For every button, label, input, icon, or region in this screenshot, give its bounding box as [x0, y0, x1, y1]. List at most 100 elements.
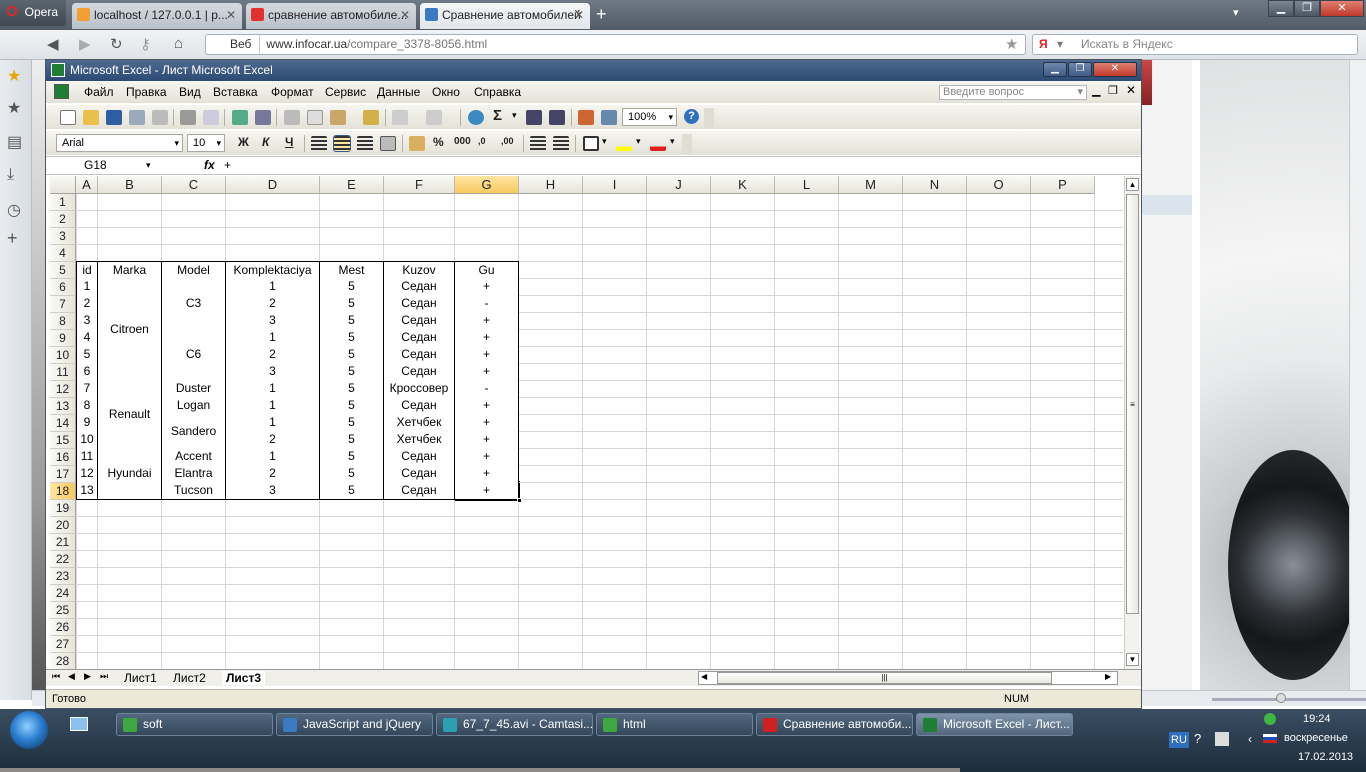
chevron-down-icon[interactable]: ▾ [146, 157, 151, 174]
restore-browser-button[interactable]: ❐ [1294, 0, 1320, 17]
print-preview-icon[interactable] [203, 110, 219, 125]
toolbar-options-icon[interactable] [682, 134, 692, 154]
row-header-18[interactable]: 18 [50, 483, 76, 500]
bold-button[interactable]: Ж [238, 135, 249, 149]
cell-mest[interactable]: 5 [320, 278, 384, 296]
row-header-16[interactable]: 16 [50, 449, 76, 466]
start-button[interactable] [10, 711, 48, 749]
cell-komplektaciya[interactable]: 3 [226, 363, 320, 381]
next-sheet-icon[interactable]: ▶ [84, 671, 91, 682]
scroll-down-icon[interactable]: ▼ [1126, 653, 1139, 666]
column-header-a[interactable]: A [76, 176, 98, 194]
taskbar-item-2[interactable]: JavaScript and jQuery [276, 713, 433, 736]
cell-kuzov[interactable]: Седан [384, 295, 455, 313]
format-painter-icon[interactable] [363, 110, 379, 125]
cell-gu[interactable]: + [455, 414, 519, 432]
cell-kuzov[interactable]: Седан [384, 397, 455, 415]
cell-kuzov[interactable]: Седан [384, 278, 455, 296]
worksheet-horizontal-scrollbar[interactable]: ◀ ||| ▶ [698, 671, 1118, 685]
favorites-icon[interactable]: ★ [7, 98, 21, 118]
cell-gu[interactable]: + [455, 397, 519, 415]
chevron-down-icon[interactable]: ▾ [1057, 35, 1063, 54]
add-panel-icon[interactable]: + [7, 228, 18, 249]
header-cell-id[interactable]: id [76, 261, 98, 279]
save-icon[interactable] [106, 110, 122, 125]
cell-komplektaciya[interactable]: 1 [226, 329, 320, 347]
cell-kuzov[interactable]: Седан [384, 312, 455, 330]
drawing-icon[interactable] [601, 110, 617, 125]
cell-komplektaciya[interactable]: 2 [226, 465, 320, 483]
cell-gu[interactable]: + [455, 448, 519, 466]
cut-icon[interactable] [284, 110, 300, 125]
workbook-restore-icon[interactable]: ❐ [1108, 84, 1118, 97]
cell-mest[interactable]: 5 [320, 414, 384, 432]
research-icon[interactable] [255, 110, 271, 125]
header-cell-mest[interactable]: Mest [320, 261, 384, 279]
borders-icon[interactable] [583, 136, 599, 151]
row-header-2[interactable]: 2 [50, 211, 76, 228]
minimize-browser-button[interactable]: ▁ [1268, 0, 1294, 17]
cell-komplektaciya[interactable]: 1 [226, 414, 320, 432]
close-tab-icon[interactable]: ✕ [574, 3, 584, 27]
taskbar-item-5[interactable]: Сравнение автомоби... [756, 713, 913, 736]
column-header-p[interactable]: P [1031, 176, 1095, 194]
row-header-20[interactable]: 20 [50, 517, 76, 534]
cell-komplektaciya[interactable]: 1 [226, 380, 320, 398]
currency-icon[interactable] [409, 136, 425, 151]
language-indicator[interactable]: RU [1169, 732, 1189, 748]
ask-question-field[interactable]: Введите вопрос ▾ [939, 85, 1087, 100]
cell-kuzov[interactable]: Кроссовер [384, 380, 455, 398]
print-icon[interactable] [180, 110, 196, 125]
tab-yandex-search[interactable]: сравнение автомобиле... ✕ [246, 3, 416, 29]
close-tab-icon[interactable]: ✕ [400, 3, 410, 27]
menu-file[interactable]: Файл [84, 85, 114, 99]
tab-list-icon[interactable]: ▾ [1233, 6, 1239, 19]
row-header-1[interactable]: 1 [50, 194, 76, 211]
header-cell-kuzov[interactable]: Kuzov [384, 261, 455, 279]
cell-model[interactable]: Sandero [162, 414, 226, 449]
cell-marka[interactable]: Citroen [98, 278, 162, 381]
bookmark-star-icon[interactable]: ★ [1005, 35, 1018, 53]
close-tab-icon[interactable]: ✕ [226, 3, 236, 27]
italic-button[interactable]: К [262, 135, 269, 149]
decrease-decimal-button[interactable]: ,00 [501, 136, 514, 146]
row-header-25[interactable]: 25 [50, 602, 76, 619]
cell-kuzov[interactable]: Седан [384, 363, 455, 381]
cell-model[interactable]: Accent [162, 448, 226, 466]
cell-id[interactable]: 4 [76, 329, 98, 347]
cell-id[interactable]: 2 [76, 295, 98, 313]
cell-id[interactable]: 8 [76, 397, 98, 415]
cell-kuzov[interactable]: Седан [384, 329, 455, 347]
column-header-c[interactable]: C [162, 176, 226, 194]
cell-mest[interactable]: 5 [320, 448, 384, 466]
excel-minimize-button[interactable]: ▁ [1043, 62, 1067, 77]
cell-id[interactable]: 12 [76, 465, 98, 483]
column-header-k[interactable]: K [711, 176, 775, 194]
menu-help[interactable]: Справка [474, 85, 521, 99]
chevron-down-icon[interactable]: ▾ [602, 136, 607, 147]
zoom-select[interactable]: 100% ▾ [622, 108, 677, 126]
workbook-icon[interactable] [54, 84, 69, 99]
row-header-11[interactable]: 11 [50, 364, 76, 381]
cell-id[interactable]: 1 [76, 278, 98, 296]
url-field[interactable]: Веб www.infocar.ua/compare_3378-8056.html [205, 34, 1026, 55]
row-header-21[interactable]: 21 [50, 534, 76, 551]
cell-marka[interactable]: Hyundai [98, 448, 162, 500]
thousands-separator-button[interactable]: 000 [454, 136, 471, 147]
cell-model[interactable]: Logan [162, 397, 226, 415]
column-header-n[interactable]: N [903, 176, 967, 194]
help-icon[interactable]: ? [684, 109, 699, 124]
underline-button[interactable]: Ч [285, 135, 293, 149]
excel-restore-button[interactable]: ❐ [1068, 62, 1092, 77]
cell-id[interactable]: 10 [76, 431, 98, 449]
sort-descending-icon[interactable] [549, 110, 565, 125]
cell-mest[interactable]: 5 [320, 363, 384, 381]
cell-komplektaciya[interactable]: 2 [226, 431, 320, 449]
network-status-icon[interactable] [1264, 713, 1276, 725]
row-header-19[interactable]: 19 [50, 500, 76, 517]
header-cell-komplektaciya[interactable]: Komplektaciya [226, 261, 320, 279]
cell-komplektaciya[interactable]: 2 [226, 346, 320, 364]
menu-view[interactable]: Вид [179, 85, 201, 99]
scroll-right-icon[interactable]: ▶ [1105, 672, 1111, 681]
row-header-15[interactable]: 15 [50, 432, 76, 449]
